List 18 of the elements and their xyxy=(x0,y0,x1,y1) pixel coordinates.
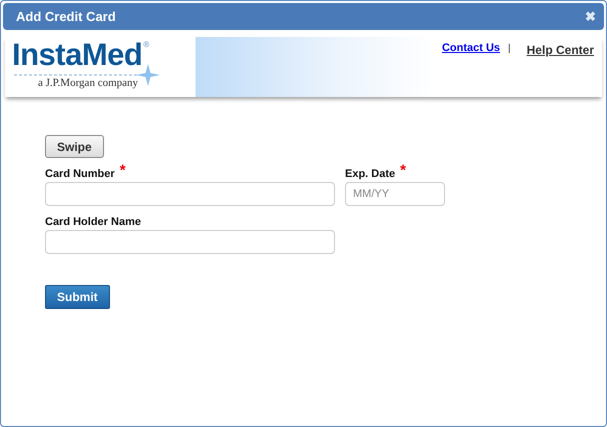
required-mark: * xyxy=(400,164,406,178)
logo-tagline: a J.P.Morgan company xyxy=(38,77,140,89)
close-button[interactable]: ✖ xyxy=(585,9,596,24)
header-link[interactable]: Contact Us xyxy=(442,42,500,54)
input-field[interactable]: MM/YY xyxy=(345,182,445,206)
registered-mark: ® xyxy=(143,40,150,49)
submit-button[interactable]: Submit xyxy=(45,285,110,309)
header-link[interactable]: Help Center xyxy=(526,43,594,57)
swipe-button[interactable]: Swipe xyxy=(45,135,104,158)
input-field[interactable] xyxy=(45,230,335,254)
window-title: Add Credit Card xyxy=(16,9,116,24)
field-label: Card Holder Name xyxy=(45,216,141,228)
link-separator: | xyxy=(508,43,511,54)
field-label: Card Number xyxy=(45,168,115,180)
logo-name: InstaMed xyxy=(12,40,142,70)
input-field[interactable] xyxy=(45,182,335,206)
required-mark: * xyxy=(120,164,126,178)
field-label: Exp. Date xyxy=(345,168,396,180)
